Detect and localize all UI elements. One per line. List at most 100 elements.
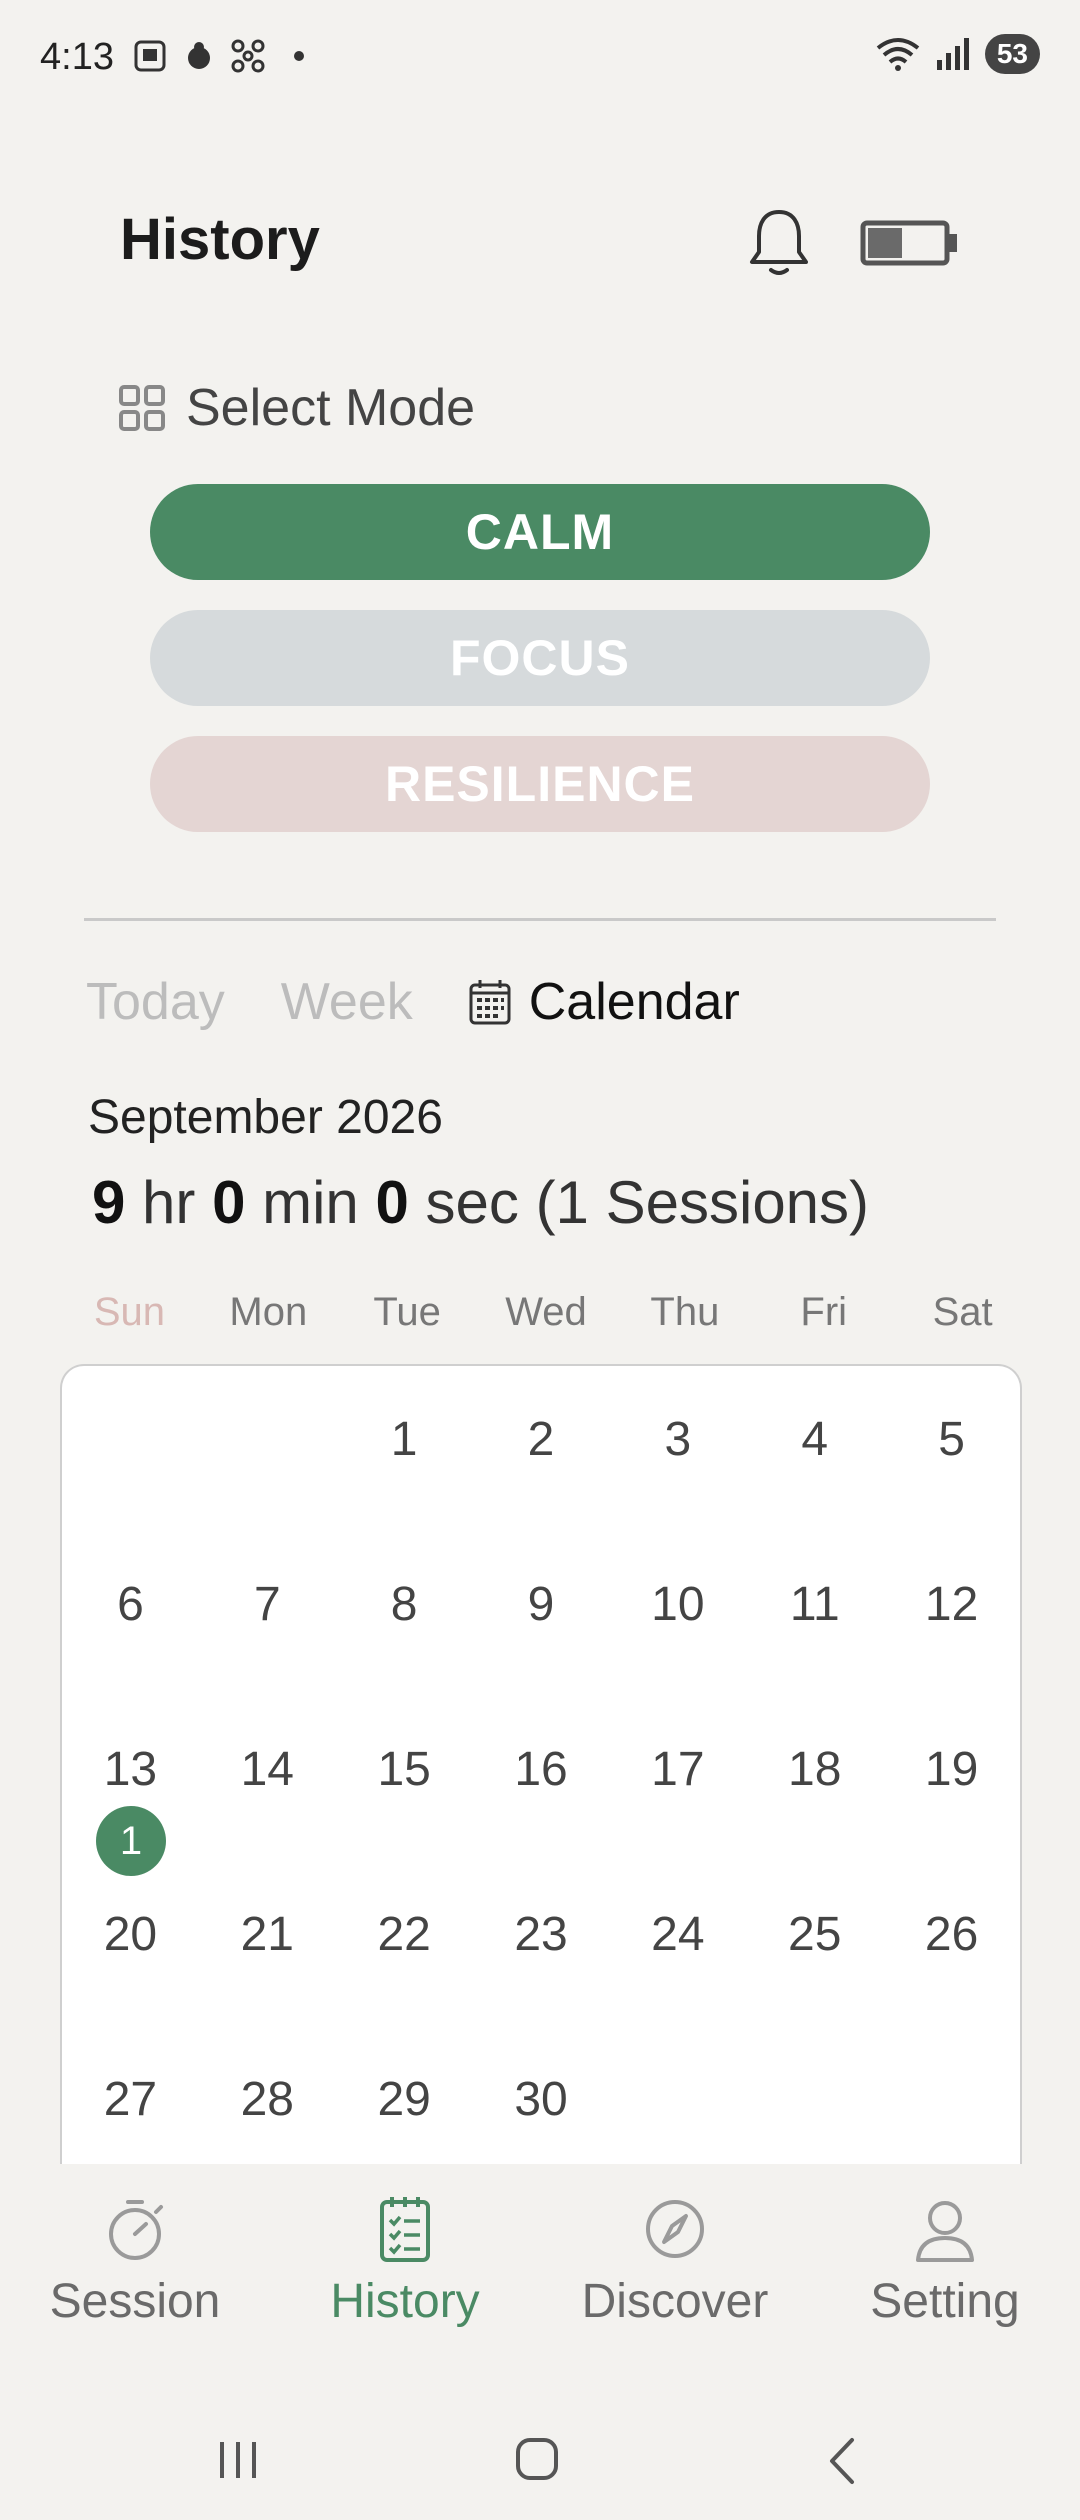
calendar-day-number: 16: [514, 1743, 568, 1796]
calendar-day-number: 28: [240, 2073, 294, 2126]
calm-mode-button[interactable]: CALM: [150, 484, 930, 580]
calendar-week-row: 20 21 22 23 24 25 26: [62, 1861, 1020, 2026]
calendar-day-23[interactable]: 23: [473, 1861, 610, 2026]
calendar-day-number: 12: [924, 1578, 979, 1631]
calendar-week-row: 13 1 14 15 16 17 18 19: [62, 1696, 1020, 1876]
bell-icon[interactable]: [746, 206, 812, 278]
calendar-day-number: 1: [390, 1413, 418, 1466]
calendar-day-16[interactable]: 16: [473, 1696, 610, 1861]
calendar-day-3[interactable]: 3: [609, 1366, 746, 1531]
calendar-day-number: 17: [651, 1743, 705, 1796]
nav-discover-label: Discover: [581, 2275, 769, 2328]
focus-mode-button[interactable]: FOCUS: [150, 610, 930, 706]
calendar-day-number: 18: [788, 1743, 842, 1796]
calendar-day-number: 30: [514, 2073, 568, 2126]
fan-icon: [231, 39, 265, 73]
calendar-day-6[interactable]: 6: [62, 1531, 199, 1696]
nav-setting-label: Setting: [870, 2275, 1020, 2328]
page-title: History: [120, 207, 320, 272]
wifi-icon: [876, 38, 920, 71]
calendar-day-18[interactable]: 18: [746, 1696, 883, 1861]
nav-discover[interactable]: Discover: [540, 2164, 810, 2384]
calendar-day-number: 10: [651, 1578, 705, 1631]
calendar-day-20[interactable]: 20: [62, 1861, 199, 2026]
calendar-day-14[interactable]: 14: [199, 1696, 336, 1861]
status-left-icons: [132, 38, 304, 74]
calendar-day-26[interactable]: 26: [883, 1861, 1020, 2026]
calendar-day-number: 26: [924, 1908, 979, 1961]
tab-calendar[interactable]: Calendar: [469, 972, 740, 1032]
weekday-fri: Fri: [800, 1290, 848, 1334]
month-label: September 2026: [88, 1091, 443, 1144]
calendar-empty-cell: [199, 1366, 336, 1531]
status-time: 4:13: [40, 36, 114, 78]
calendar-day-24[interactable]: 24: [609, 1861, 746, 2026]
calendar-day-number: 8: [390, 1578, 418, 1631]
calendar-empty-cell: [62, 1366, 199, 1531]
select-mode: Select Mode: [118, 378, 475, 438]
battery-icon: 53: [984, 34, 1040, 74]
calendar-day-25[interactable]: 25: [746, 1861, 883, 2026]
calendar-day-19[interactable]: 19: [883, 1696, 1020, 1861]
tab-week[interactable]: Week: [281, 972, 413, 1032]
calendar-day-number: 3: [664, 1413, 692, 1466]
calendar-day-5[interactable]: 5: [883, 1366, 1020, 1531]
bottom-nav: Session History Discover Setting: [0, 2164, 1080, 2384]
calendar-day-2[interactable]: 2: [473, 1366, 610, 1531]
calendar-day-number: 9: [527, 1578, 555, 1631]
calendar-card: 1 2 3 4 5 6 7 8 9 10 11 12 13 1 14 15 16 17 18 19 20 21 22 23 24…: [60, 1364, 1022, 2266]
calendar-day-number: 15: [377, 1743, 431, 1796]
calendar-day-17[interactable]: 17: [609, 1696, 746, 1861]
hours-value: 9: [92, 1169, 126, 1236]
calendar-day-11[interactable]: 11: [746, 1531, 883, 1696]
hours-unit: hr: [142, 1169, 196, 1236]
total-time-summary: 9 hr 0 min 0 sec (1 Sessions): [92, 1168, 869, 1237]
calendar-day-13[interactable]: 13 1: [62, 1696, 199, 1876]
seconds-unit: sec: [425, 1169, 519, 1236]
nav-session[interactable]: Session: [0, 2164, 270, 2384]
calendar-day-number: 13: [103, 1743, 158, 1796]
calendar-day-number: 5: [938, 1413, 965, 1466]
device-battery-icon[interactable]: [860, 220, 960, 266]
app-icon: [188, 42, 210, 69]
calendar-day-number: 27: [103, 2073, 158, 2126]
calendar-day-4[interactable]: 4: [746, 1366, 883, 1531]
nav-setting[interactable]: Setting: [810, 2164, 1080, 2384]
calendar-day-number: 11: [789, 1578, 840, 1631]
recents-icon[interactable]: [216, 2440, 260, 2480]
calendar-day-21[interactable]: 21: [199, 1861, 336, 2026]
calendar-day-22[interactable]: 22: [336, 1861, 473, 2026]
status-right-icons: 53: [875, 34, 1040, 74]
sessions-count: (1 Sessions): [535, 1169, 870, 1236]
tab-today[interactable]: Today: [86, 972, 225, 1032]
seconds-value: 0: [375, 1169, 409, 1236]
divider: [84, 918, 996, 921]
minutes-unit: min: [262, 1169, 359, 1236]
calendar-day-number: 24: [651, 1908, 705, 1961]
calendar-grid: 1 2 3 4 5 6 7 8 9 10 11 12 13 1 14 15 16 17 18 19 20 21 22 23 24…: [62, 1366, 1020, 2191]
period-tabs: Today Week Calendar: [86, 972, 740, 1032]
calendar-day-15[interactable]: 15: [336, 1696, 473, 1861]
calendar-day-1[interactable]: 1: [336, 1366, 473, 1531]
select-mode-label: Select Mode: [186, 379, 476, 437]
nav-history[interactable]: History: [270, 2164, 540, 2384]
clipboard-checklist-icon: [380, 2197, 430, 2262]
resilience-mode-button[interactable]: RESILIENCE: [150, 736, 930, 832]
status-bar: 4:13 53: [0, 0, 1080, 120]
back-icon[interactable]: [822, 2436, 862, 2486]
calendar-day-number: 4: [801, 1413, 829, 1466]
calendar-day-number: 22: [377, 1908, 431, 1961]
calendar-day-7[interactable]: 7: [199, 1531, 336, 1696]
stopwatch-icon: [109, 2200, 163, 2260]
home-icon[interactable]: [516, 2438, 558, 2480]
calendar-day-number: 2: [527, 1413, 555, 1466]
calendar-day-10[interactable]: 10: [609, 1531, 746, 1696]
grid-icon: [119, 385, 165, 431]
calendar-day-8[interactable]: 8: [336, 1531, 473, 1696]
compass-icon: [646, 2200, 704, 2258]
calendar-day-number: 19: [924, 1743, 979, 1796]
calendar-day-9[interactable]: 9: [473, 1531, 610, 1696]
signal-icon: [936, 38, 969, 70]
calendar-day-number: 23: [514, 1908, 568, 1961]
calendar-day-12[interactable]: 12: [883, 1531, 1020, 1696]
